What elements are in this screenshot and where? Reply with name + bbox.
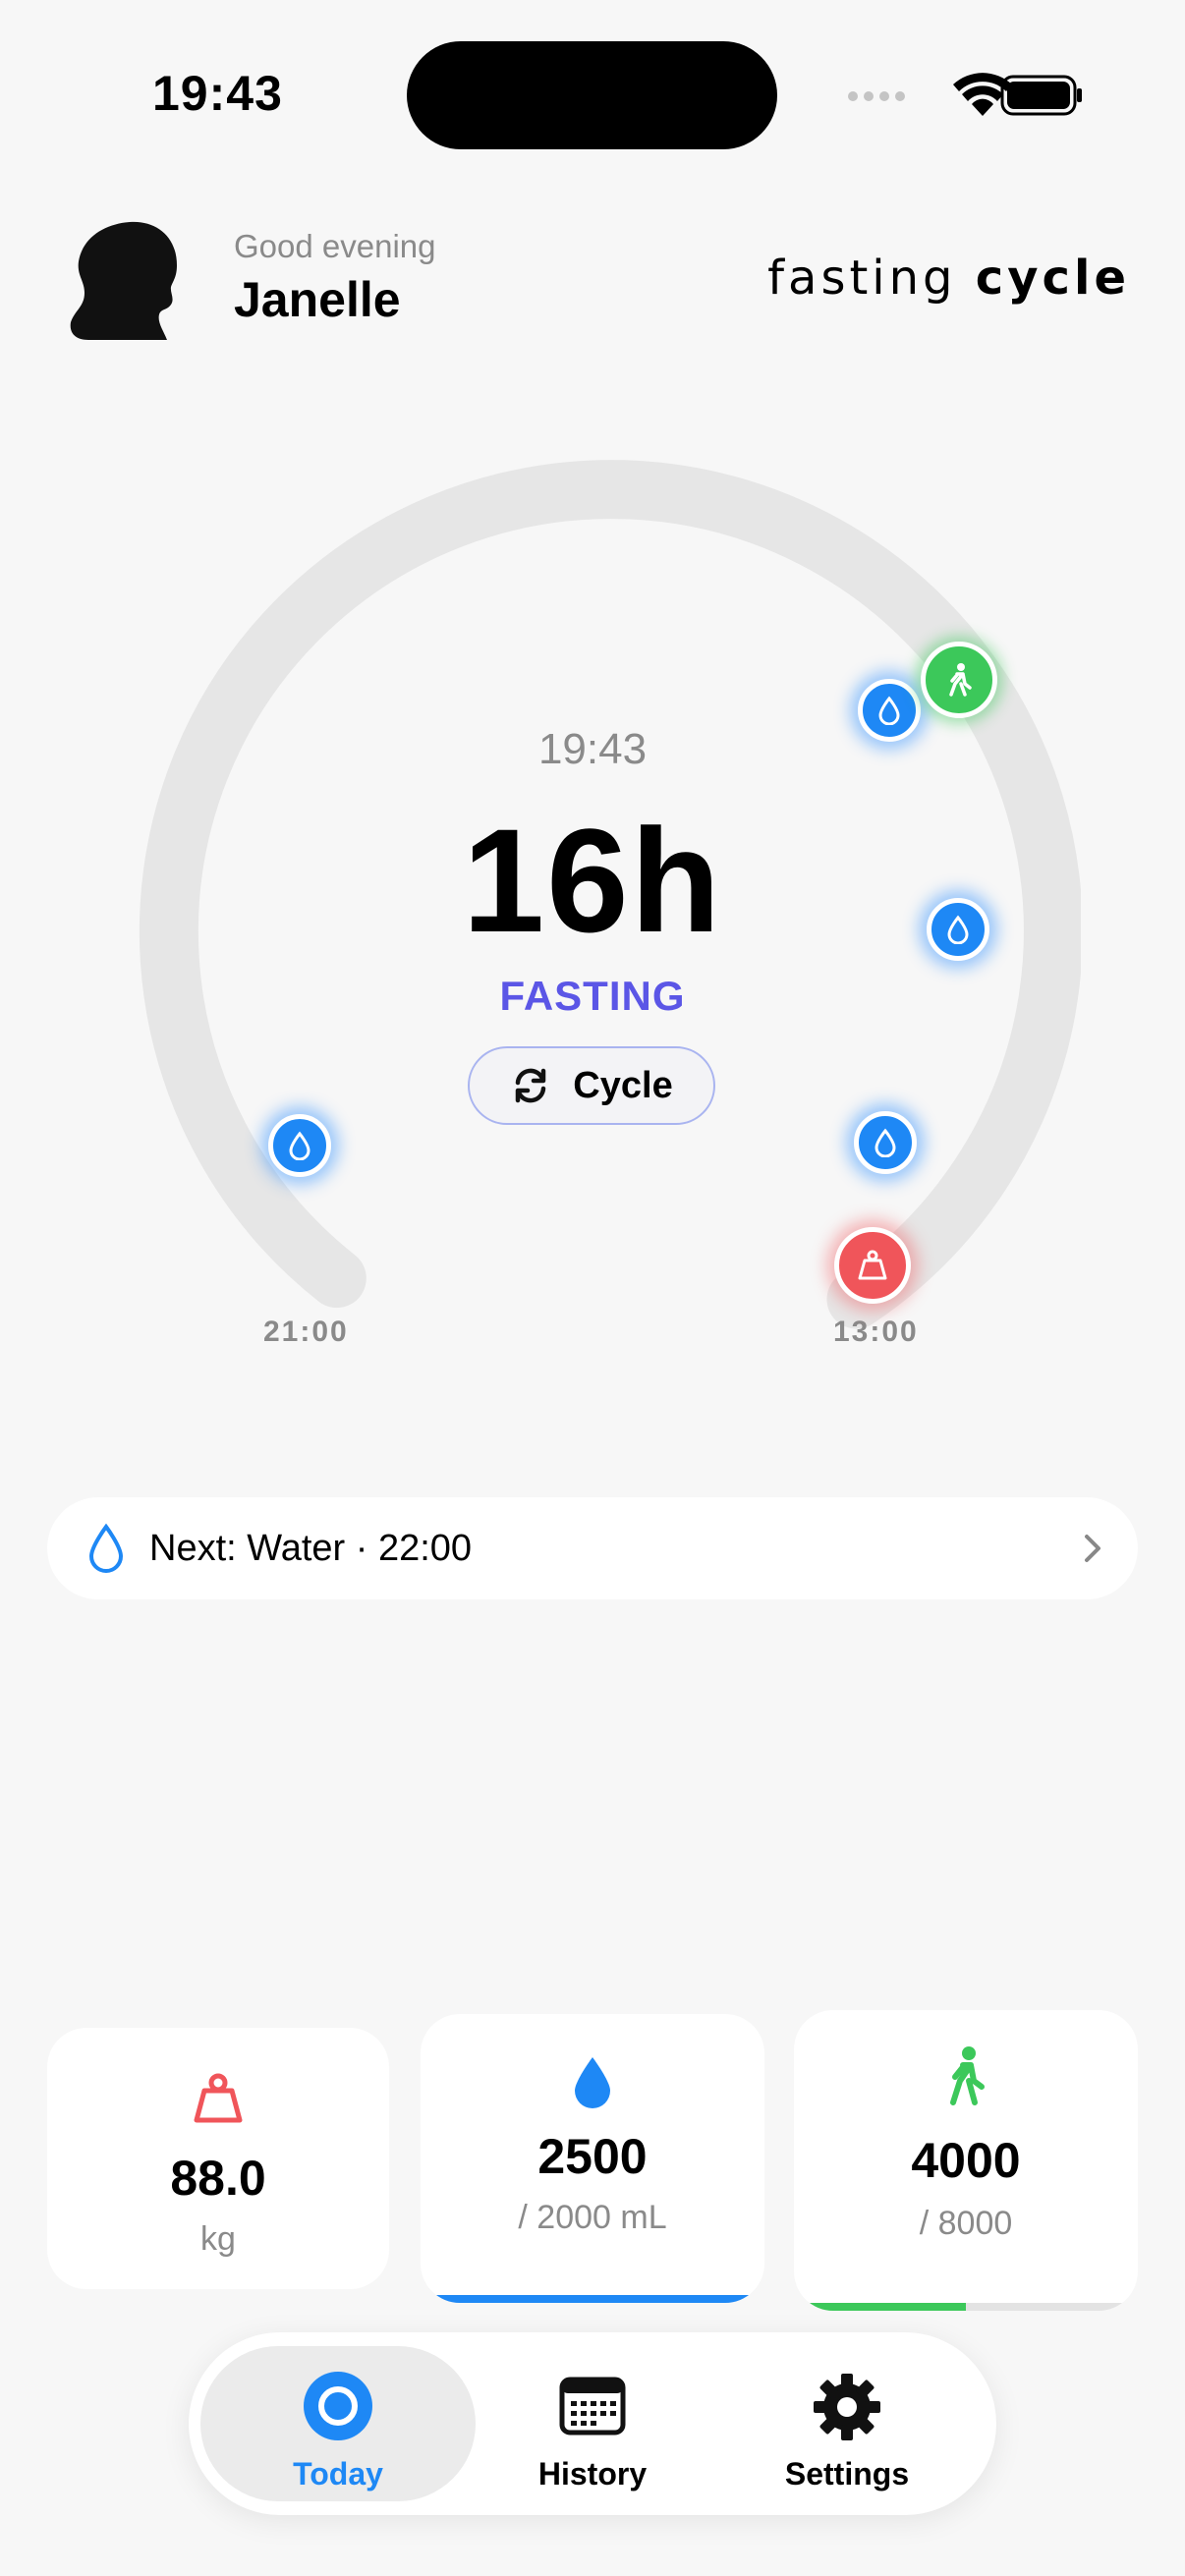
tab-settings[interactable]: Settings <box>709 2346 985 2501</box>
next-event-card[interactable]: Next: Water · 22:00 <box>47 1497 1138 1599</box>
water-value: 2500 <box>537 2129 648 2184</box>
brand-logo-part2: cycle <box>975 251 1130 306</box>
tab-today[interactable]: Today <box>200 2346 476 2501</box>
cycle-icon <box>516 1068 546 1103</box>
brand-logo-part1: fasting <box>767 251 957 306</box>
weight-icon <box>858 1250 887 1280</box>
chevron-right-icon <box>1085 1535 1100 1562</box>
fasting-hours: 16h <box>462 798 723 963</box>
walking-icon <box>949 663 972 697</box>
cellular-signal-icon <box>848 91 905 101</box>
weight-unit: kg <box>200 2220 236 2258</box>
water-card[interactable]: 2500 / 2000 mL <box>421 2014 764 2303</box>
fasting-phase: FASTING <box>499 973 686 1019</box>
today-circle-icon <box>304 2372 372 2440</box>
water-progress-bar <box>421 2295 764 2303</box>
start-time-label: 21:00 <box>263 1316 349 1348</box>
status-time: 19:43 <box>152 66 283 121</box>
steps-marker[interactable] <box>921 642 997 718</box>
weight-card[interactable]: 88.0 kg <box>47 2028 389 2289</box>
greeting-text: Good evening <box>234 228 436 264</box>
end-time-label: 13:00 <box>833 1316 919 1348</box>
water-target: / 2000 mL <box>518 2199 667 2236</box>
next-event-text: Next: Water · 22:00 <box>149 1527 473 1569</box>
tab-history[interactable]: History <box>455 2346 730 2501</box>
water-drop-icon <box>875 1128 896 1157</box>
weight-value: 88.0 <box>170 2151 266 2206</box>
water-drop-icon <box>289 1131 310 1160</box>
water-drop-icon <box>88 1523 124 1573</box>
dynamic-island <box>407 41 777 149</box>
water-drop-icon <box>575 2057 610 2108</box>
water-marker[interactable] <box>854 1111 917 1174</box>
cycle-button[interactable]: Cycle <box>468 1046 715 1125</box>
steps-progress-fill <box>794 2303 966 2311</box>
user-name: Janelle <box>234 272 401 327</box>
calendar-icon <box>559 2377 626 2436</box>
tab-history-label: History <box>537 2456 648 2492</box>
status-icons <box>848 73 1082 116</box>
water-marker[interactable] <box>268 1114 331 1177</box>
gear-icon <box>814 2374 880 2440</box>
steps-target: / 8000 <box>919 2205 1013 2242</box>
steps-value: 4000 <box>911 2133 1021 2188</box>
cycle-button-label: Cycle <box>573 1064 673 1106</box>
brand-logo: fasting cycle <box>767 251 1130 306</box>
weight-marker[interactable] <box>834 1227 911 1304</box>
water-drop-icon <box>878 696 900 725</box>
tab-settings-label: Settings <box>784 2456 910 2492</box>
weight-icon <box>194 2073 243 2123</box>
steps-progress-bar <box>794 2303 1138 2311</box>
tab-today-label: Today <box>293 2456 383 2492</box>
water-progress-fill <box>421 2295 764 2303</box>
water-marker[interactable] <box>927 898 989 961</box>
water-marker[interactable] <box>858 679 921 742</box>
avatar[interactable] <box>69 216 187 344</box>
water-drop-icon <box>947 915 969 944</box>
tab-bar: Today History Settings <box>189 2332 996 2515</box>
battery-icon <box>1000 75 1082 116</box>
steps-card[interactable]: 4000 / 8000 <box>794 2010 1138 2311</box>
current-time: 19:43 <box>537 725 648 773</box>
walking-icon <box>950 2046 985 2105</box>
